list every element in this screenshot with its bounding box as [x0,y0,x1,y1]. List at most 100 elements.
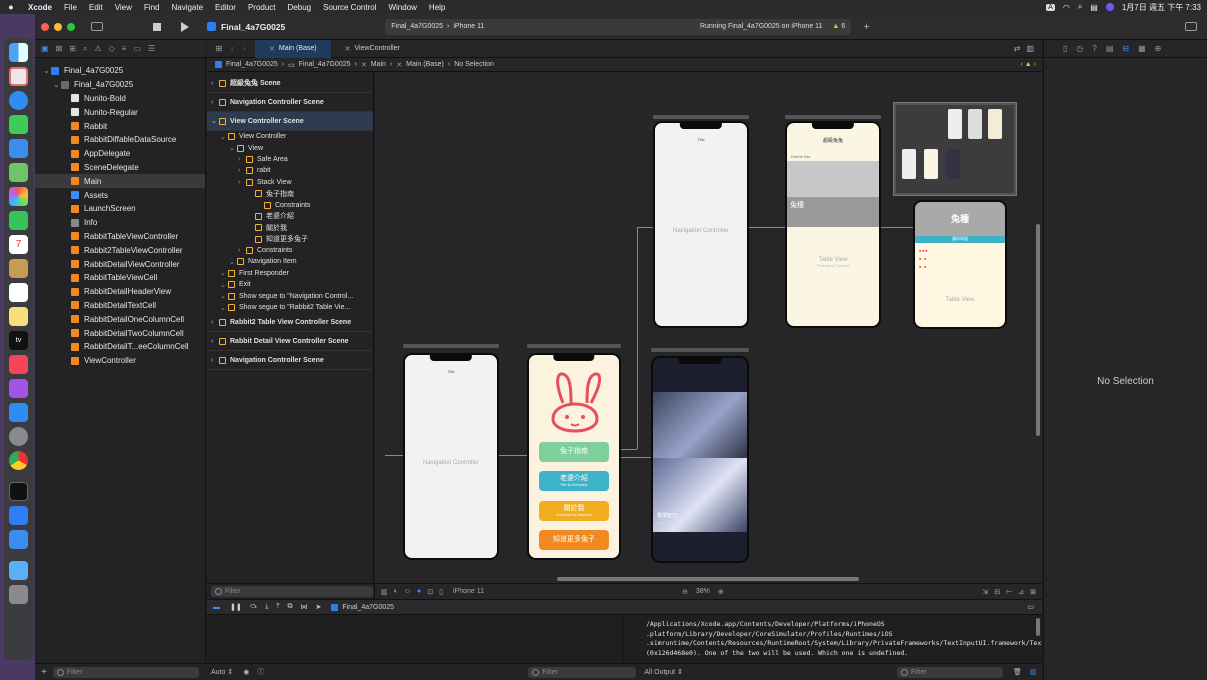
menu-navigate[interactable]: Navigate [165,3,209,12]
canvas-minimap[interactable] [893,102,1017,196]
disclosure-icon[interactable]: ⌄ [229,258,237,266]
canvas-device-label[interactable]: iPhone 11 [453,588,484,595]
outline-item[interactable]: › rabit [207,165,373,176]
console-scrollbar[interactable] [1036,618,1040,636]
canvas-horizontal-scrollbar[interactable] [557,577,859,581]
jump-item-main-base[interactable]: Main (Base) [406,61,444,68]
zoom-out-icon[interactable]: ⊖ [682,588,688,596]
outline-item[interactable]: 關於我 [207,222,373,233]
navigator-item[interactable]: RabbitTableViewCell [35,271,205,285]
app-store-icon[interactable] [9,403,28,422]
outline-scene-header[interactable]: › Rabbit2 Table View Controller Scene [207,313,373,333]
jump-item-selection[interactable]: No Selection [454,61,494,68]
report-icon[interactable]: ☰ [148,44,155,53]
trash-icon[interactable] [9,585,28,604]
terminal-icon[interactable] [9,482,28,501]
breakpoint-icon[interactable]: ▭ [133,44,141,53]
facetime-icon[interactable] [9,211,28,230]
step-out-icon[interactable]: ⤒ [276,603,279,611]
outline-item[interactable]: 知道更多兔子 [207,234,373,245]
scene-dock[interactable] [785,115,881,119]
find-icon[interactable]: ⌕ [83,44,87,54]
jump-item-folder[interactable]: Final_4a7G0025 [299,61,351,68]
xcode-icon[interactable] [9,506,28,525]
accessibility-icon[interactable]: ☺ [404,588,411,595]
add-icon[interactable]: + [863,21,869,33]
test-icon[interactable]: ◇ [109,44,115,53]
output-selector[interactable]: All Output [644,669,675,676]
pause-icon[interactable]: ❚❚ [230,603,242,611]
memory-graph-icon[interactable]: ⋈ [300,603,307,611]
rabbit2-table-scene[interactable]: 香風智乃 Kafu Chino [651,356,749,563]
outline-scene-header[interactable]: › 超級兔兔 Scene [207,74,373,93]
navigator-item[interactable]: RabbitDetailViewController [35,257,205,271]
segue-line[interactable] [499,455,527,456]
tab-viewcontroller[interactable]: ✕ ViewController [331,40,414,58]
tab-main-base[interactable]: ✕ Main (Base) [255,39,331,58]
menubar-clock[interactable]: 1月7日 週五 下午 7:33 [1122,2,1201,13]
segue-line[interactable] [621,457,651,458]
step-in-icon[interactable]: ⤓ [265,603,268,611]
minimize-window-button[interactable] [54,22,62,31]
navigator-item[interactable]: Main [35,174,205,189]
maps-icon[interactable] [9,163,28,182]
segue-line[interactable] [621,449,637,450]
issue-icon[interactable]: ⚠ [94,44,101,53]
navigator-item[interactable]: RabbitDetailOneColumnCell [35,312,205,326]
bunny-menu-button[interactable]: 老婆介紹 Fire for Everyone [539,471,609,491]
location-icon[interactable]: ➤ [315,603,321,611]
outline-item[interactable]: › Constraints [207,245,373,256]
file-inspector-icon[interactable]: ▯ [1063,44,1067,53]
stop-button[interactable] [153,22,161,31]
calendar-icon[interactable]: 7 [9,235,28,254]
segue-line[interactable] [637,227,638,449]
process-name[interactable]: Final_4a7G0025 [342,604,394,611]
appearance-icon[interactable]: ◐ [394,588,398,595]
run-button[interactable] [181,21,189,32]
outline-item[interactable]: › Stack View [207,177,373,188]
zoom-window-button[interactable] [67,22,75,31]
device-icon[interactable]: ▯ [439,588,443,596]
navigator-item[interactable]: RabbitDetailTwoColumnCell [35,326,205,340]
scene-dock[interactable] [653,115,749,119]
menu-source-control[interactable]: Source Control [317,3,382,12]
view-hierarchy-icon[interactable]: ⧉ [287,603,292,611]
disclosure-icon[interactable]: › [211,99,219,106]
menu-file[interactable]: File [58,3,83,12]
navigator-item[interactable]: RabbitDetailT...eeColumnCell [35,340,205,354]
warning-count[interactable]: 6 [841,23,845,30]
jump-item-project[interactable]: Final_4a7G0025 [226,61,278,68]
navigator-item[interactable]: RabbitDetailTextCell [35,299,205,313]
outline-toggle-icon[interactable]: ▥ [381,588,388,596]
menu-help[interactable]: Help [423,3,451,12]
inspector-toggle-icon[interactable] [1185,22,1197,31]
add-file-icon[interactable]: + [41,667,47,678]
close-window-button[interactable] [41,22,49,31]
layout-icon[interactable]: ▥ [1030,668,1037,676]
step-over-icon[interactable]: ⤼ [250,603,257,611]
split-debug-icon[interactable]: ▭ [1027,603,1034,611]
scheme-selector[interactable]: Final_4a7G0025 [391,23,443,30]
detail-scene[interactable]: 兔種 讓你知道 ■ ■ ■ ■ ■ ■ ■ Table View [913,200,1007,329]
jump-item-main[interactable]: Main [371,61,386,68]
trash-icon[interactable]: 🗑 [1013,668,1022,676]
appearance-dark-icon[interactable]: ● [417,588,421,595]
disclosure-icon[interactable]: › [211,357,219,364]
disclosure-icon[interactable]: › [238,179,246,186]
nav-controller-scene-top[interactable]: Title Navigation Controller [653,121,749,328]
outline-item[interactable]: ⌄ Show segue to "Rabbit2 Table Vie... [207,302,373,313]
outline-item[interactable]: › Safe Area [207,154,373,165]
canvas-vertical-scrollbar[interactable] [1036,224,1040,436]
navigator-item[interactable]: Nunito-Regular [35,105,205,119]
outline-item[interactable]: ⌄ View Controller [207,131,373,142]
size-inspector-icon[interactable]: ▦ [1138,44,1146,53]
history-inspector-icon[interactable]: ◷ [1076,44,1083,53]
disclosure-icon[interactable]: › [238,156,246,163]
source-control-icon[interactable]: ⊠ [56,44,63,53]
chrome-icon[interactable] [9,451,28,470]
hide-debug-area-icon[interactable]: ▬ [213,604,220,611]
navigator-item[interactable]: RabbitDetailHeaderView [35,285,205,299]
control-center-icon[interactable]: ▤ [1090,3,1098,12]
outline-scene-header[interactable]: › Navigation Controller Scene [207,93,373,112]
reminders-icon[interactable] [9,283,28,302]
